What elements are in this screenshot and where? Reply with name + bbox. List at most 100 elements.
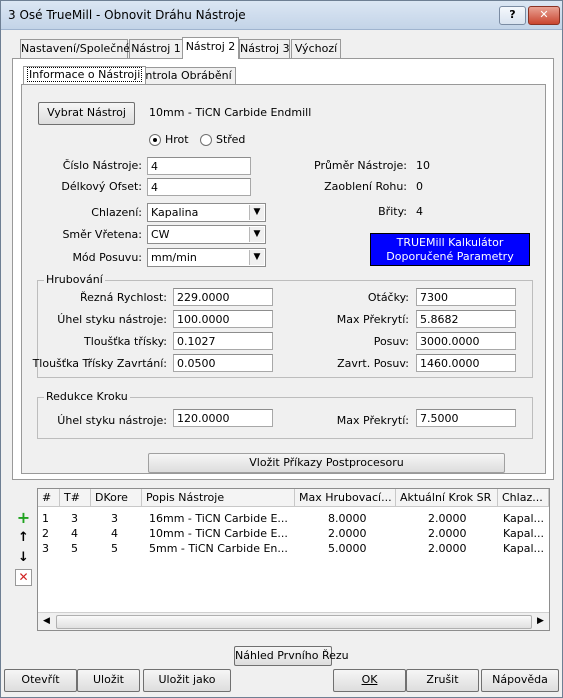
chip-thickness-field[interactable]: 0.1027 [173, 332, 273, 350]
stepdown-overlap-field[interactable]: 7.5000 [416, 409, 516, 427]
coolant-label: Chlazení: [91, 206, 142, 219]
tab-tool-1[interactable]: Nástroj 1 [129, 39, 183, 59]
move-down-button[interactable]: ↓ [15, 549, 32, 566]
radio-center-label: Střed [216, 133, 246, 146]
arrow-down-icon: ↓ [18, 550, 29, 565]
col-header-tnum[interactable]: T# [60, 489, 91, 507]
cell-max-rough: 8.0000 [328, 512, 367, 525]
coolant-select[interactable]: Kapalina ▼ [147, 203, 266, 222]
cell-step: 2.0000 [428, 527, 467, 540]
cell-coolant: Kapal... [503, 542, 545, 555]
cell-tnum: 5 [71, 542, 78, 555]
length-offset-field[interactable]: 4 [147, 178, 251, 196]
rpm-field[interactable]: 7300 [416, 288, 516, 306]
max-overlap-field[interactable]: 5.8682 [416, 310, 516, 328]
open-button[interactable]: Otevřít [4, 669, 77, 692]
chip-thickness-label: Tloušťka třísky: [84, 335, 167, 348]
tab-defaults[interactable]: Výchozí [291, 39, 341, 59]
truemill-calculator-button[interactable]: TRUEMill Kalkulátor Doporučené Parametry [370, 233, 530, 266]
col-header-index[interactable]: # [38, 489, 60, 507]
tab-label: Nastavení/Společné [21, 42, 131, 55]
spindle-label: Směr Vřetena: [62, 228, 142, 241]
delete-tool-button[interactable]: ✕ [15, 569, 32, 586]
col-header-dkore[interactable]: DKore [91, 489, 142, 507]
feed-label: Posuv: [373, 335, 409, 348]
spindle-select[interactable]: CW ▼ [147, 225, 266, 244]
dialog-window: 3 Osé TrueMill - Obnovit Dráhu Nástroje … [0, 0, 563, 698]
tool-number-label: Číslo Nástroje: [62, 159, 142, 172]
button-label: Zrušit [426, 673, 459, 686]
feed-field[interactable]: 3000.0000 [416, 332, 516, 350]
col-header-step[interactable]: Aktuální Krok SR [396, 489, 498, 507]
calculator-line-1: TRUEMill Kalkulátor [396, 236, 504, 249]
diameter-label: Průměr Nástroje: [314, 159, 407, 172]
horizontal-scrollbar[interactable]: ◀ ▶ [38, 612, 549, 630]
cut-speed-field[interactable]: 229.0000 [173, 288, 273, 306]
radio-center[interactable] [200, 134, 212, 146]
arrow-up-icon: ↑ [18, 530, 29, 545]
save-button[interactable]: Uložit [77, 669, 140, 692]
move-up-button[interactable]: ↑ [15, 529, 32, 546]
button-label: Otevřít [21, 673, 60, 686]
cell-max-rough: 2.0000 [328, 527, 367, 540]
title-bar: 3 Osé TrueMill - Obnovit Dráhu Nástroje … [1, 1, 562, 30]
tab-label: Výchozí [294, 42, 338, 55]
preview-first-cut-button[interactable]: Náhled Prvního Řezu [234, 646, 349, 666]
save-as-button[interactable]: Uložit jako [143, 669, 231, 692]
tool-number-field[interactable]: 4 [147, 157, 251, 175]
ok-button[interactable]: OK [333, 669, 406, 692]
help-button[interactable]: Nápověda [481, 669, 559, 692]
cell-index: 3 [42, 542, 49, 555]
button-label: OK [361, 673, 378, 686]
close-button[interactable]: ✕ [528, 6, 560, 25]
tab-settings[interactable]: Nastavení/Společné [20, 39, 131, 59]
cell-step: 2.0000 [428, 512, 467, 525]
cell-step: 2.0000 [428, 542, 467, 555]
col-header-max-rough[interactable]: Max Hrubovací... [295, 489, 396, 507]
table-row[interactable]: 3 5 5 5mm - TiCN Carbide En... 5.0000 2.… [38, 541, 549, 556]
close-icon: ✕ [539, 8, 549, 21]
subtab-label: Kontrola Obrábění [132, 69, 232, 82]
tab-tool-2[interactable]: Nástroj 2 [182, 37, 239, 59]
feed-mode-select[interactable]: mm/min ▼ [147, 248, 266, 267]
add-tool-button[interactable]: + [15, 509, 32, 526]
coolant-value: Kapalina [151, 206, 199, 219]
button-label: Nápověda [492, 673, 548, 686]
plunge-feed-field[interactable]: 1460.0000 [416, 354, 516, 372]
stepdown-engage-label: Úhel styku nástroje: [57, 414, 167, 427]
tab-tool-3[interactable]: Nástroj 3 [239, 39, 290, 59]
plunge-chip-field[interactable]: 0.0500 [173, 354, 273, 372]
cell-dkore: 5 [111, 542, 118, 555]
subtab-tool-info[interactable]: Informace o Nástroji [23, 66, 147, 84]
help-icon: ? [509, 8, 516, 21]
cell-description: 5mm - TiCN Carbide En... [149, 542, 288, 555]
max-overlap-label: Max Překrytí: [336, 313, 409, 326]
roughing-title: Hrubování [44, 273, 105, 286]
cell-index: 2 [42, 527, 49, 540]
scroll-left-icon[interactable]: ◀ [39, 614, 54, 629]
radio-tip[interactable] [149, 134, 161, 146]
length-offset-label: Délkový Ofset: [61, 180, 142, 193]
plus-icon: + [16, 508, 31, 527]
feed-mode-value: mm/min [151, 251, 197, 264]
table-row[interactable]: 2 4 4 10mm - TiCN Carbide E... 2.0000 2.… [38, 526, 549, 541]
table-row[interactable]: 1 3 3 16mm - TiCN Carbide E... 8.0000 2.… [38, 511, 549, 526]
help-title-button[interactable]: ? [499, 6, 526, 25]
engage-angle-field[interactable]: 100.0000 [173, 310, 273, 328]
plunge-chip-label: Tloušťka Třísky Zavrtání: [32, 357, 167, 370]
cancel-button[interactable]: Zrušit [406, 669, 479, 692]
scroll-right-icon[interactable]: ▶ [533, 614, 548, 629]
scrollbar-thumb[interactable] [56, 615, 532, 629]
col-header-description[interactable]: Popis Nástroje [142, 489, 295, 507]
select-tool-button[interactable]: Vybrat Nástroj [38, 102, 135, 125]
cell-coolant: Kapal... [503, 527, 545, 540]
diameter-value: 10 [416, 159, 430, 172]
cell-coolant: Kapal... [503, 512, 545, 525]
button-label: Vložit Příkazy Postprocesoru [249, 456, 404, 469]
calculator-line-2: Doporučené Parametry [386, 250, 514, 263]
button-label: Uložit [93, 673, 124, 686]
cell-index: 1 [42, 512, 49, 525]
insert-post-commands-button[interactable]: Vložit Příkazy Postprocesoru [148, 453, 505, 473]
stepdown-engage-field[interactable]: 120.0000 [173, 409, 273, 427]
col-header-coolant[interactable]: Chlaz... [498, 489, 549, 507]
